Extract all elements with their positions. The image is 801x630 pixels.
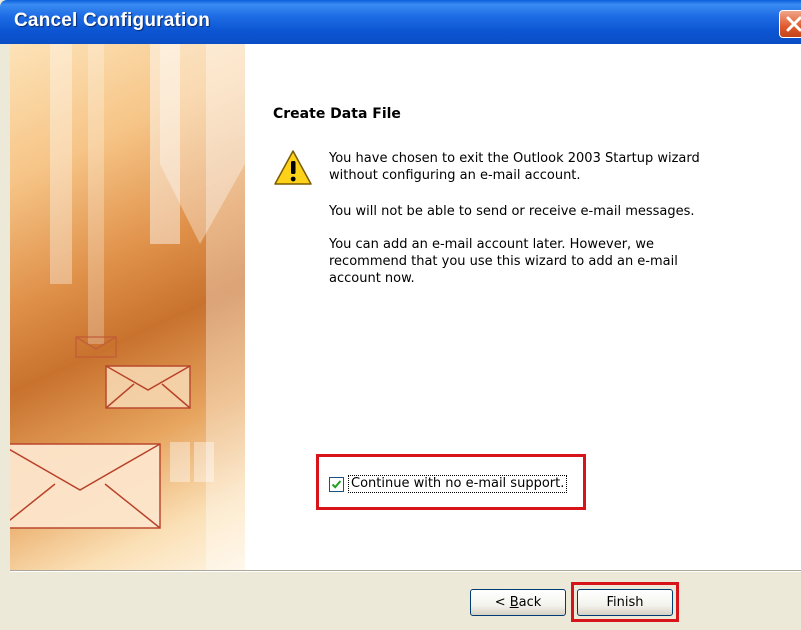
envelope-artwork xyxy=(10,44,245,570)
window-title: Cancel Configuration xyxy=(14,10,211,31)
back-button-mnemonic: B xyxy=(509,595,519,610)
title-bar: Cancel Configuration xyxy=(0,0,801,44)
close-icon xyxy=(786,16,801,32)
back-button[interactable]: < Back xyxy=(470,589,566,616)
message-exit: You have chosen to exit the Outlook 2003… xyxy=(329,151,700,183)
back-button-rest: ack xyxy=(518,595,542,610)
button-divider xyxy=(10,570,801,572)
finish-highlight-box xyxy=(571,582,679,622)
warning-icon xyxy=(274,150,312,185)
page-heading: Create Data File xyxy=(273,106,401,122)
close-button[interactable] xyxy=(779,10,801,38)
wizard-sidebar-art xyxy=(10,44,245,570)
checkbox-highlight-box xyxy=(316,454,586,510)
back-button-prefix: < xyxy=(494,595,510,610)
envelope-medium-icon xyxy=(105,365,191,409)
envelope-large-icon xyxy=(10,443,161,529)
message-no-email: You will not be able to send or receive … xyxy=(329,204,695,219)
message-add-later: You can add an e-mail account later. How… xyxy=(329,237,678,286)
